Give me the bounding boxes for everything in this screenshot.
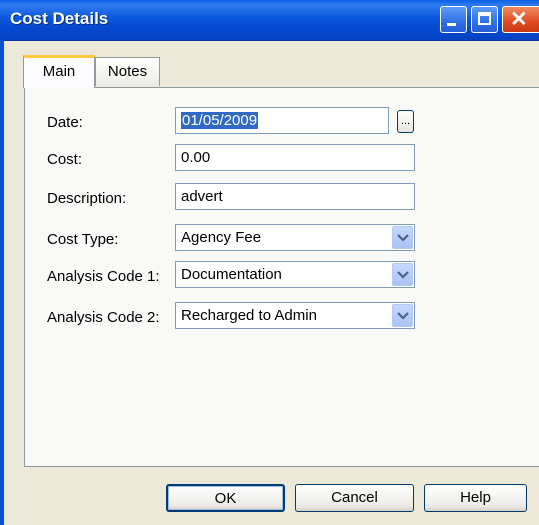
window-border (0, 40, 4, 525)
chevron-down-icon (397, 234, 409, 242)
close-icon: ✕ (510, 8, 528, 31)
minimize-button[interactable] (440, 6, 467, 33)
chevron-down-icon (397, 312, 409, 320)
date-field[interactable]: 01/05/2009 (175, 107, 389, 134)
cancel-button[interactable]: Cancel (295, 484, 414, 512)
tab-notes[interactable]: Notes (95, 57, 160, 86)
analysis-code-1-label: Analysis Code 1: (47, 268, 160, 285)
cost-type-dropdown-button[interactable] (392, 226, 413, 249)
description-field[interactable]: advert (175, 183, 415, 210)
analysis-code-2-dropdown-button[interactable] (392, 304, 413, 327)
cost-type-value: Agency Fee (181, 229, 262, 246)
tab-main[interactable]: Main (23, 55, 95, 88)
description-label: Description: (47, 190, 127, 207)
cost-type-select[interactable]: Agency Fee (175, 224, 415, 251)
date-label: Date: (47, 114, 83, 131)
analysis-code-2-label: Analysis Code 2: (47, 309, 160, 326)
maximize-button[interactable] (471, 6, 498, 33)
description-value: advert (181, 188, 223, 205)
window-title: Cost Details (10, 9, 109, 28)
close-button[interactable]: ✕ (502, 6, 539, 33)
minimize-icon (447, 23, 456, 26)
cost-type-label: Cost Type: (47, 231, 119, 248)
analysis-code-2-select[interactable]: Recharged to Admin (175, 302, 415, 329)
analysis-code-1-value: Documentation (181, 266, 282, 283)
title-bar[interactable]: Cost Details ✕ (0, 0, 539, 41)
help-button[interactable]: Help (424, 484, 527, 512)
cost-label: Cost: (47, 151, 83, 168)
ok-button[interactable]: OK (166, 484, 285, 512)
date-value: 01/05/2009 (181, 112, 259, 129)
analysis-code-1-dropdown-button[interactable] (392, 263, 413, 286)
date-picker-button[interactable]: ... (397, 110, 414, 133)
analysis-code-2-value: Recharged to Admin (181, 307, 317, 324)
analysis-code-1-select[interactable]: Documentation (175, 261, 415, 288)
maximize-icon (478, 12, 491, 25)
chevron-down-icon (397, 271, 409, 279)
cost-value: 0.00 (181, 149, 211, 166)
cost-details-dialog: Cost Details ✕ Notes Main Date: 01/05/20… (0, 0, 539, 525)
cost-field[interactable]: 0.00 (175, 144, 415, 171)
